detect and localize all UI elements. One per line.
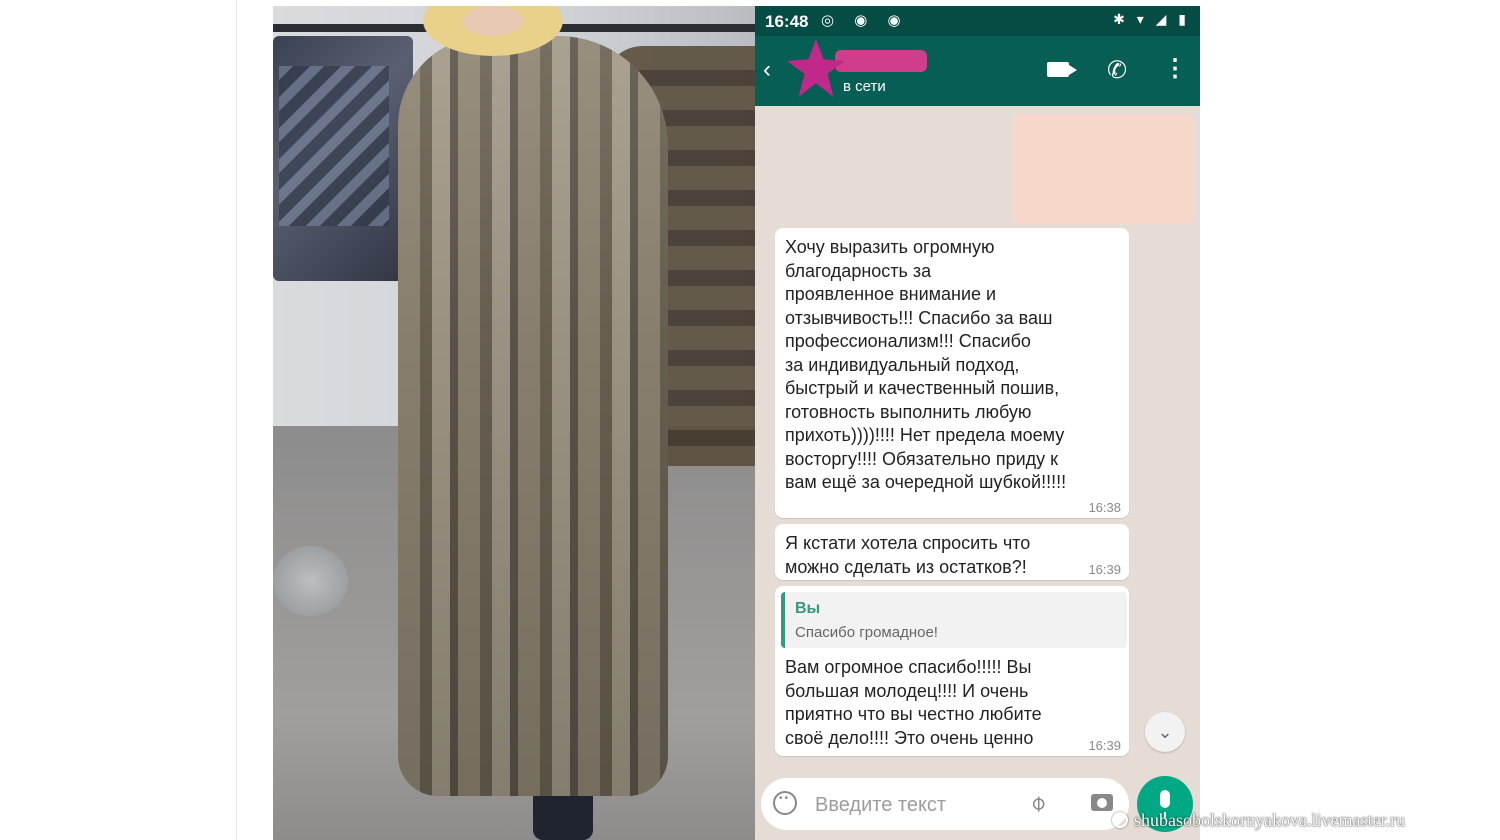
product-photo: [273, 6, 755, 840]
microphone-icon: [1160, 790, 1170, 818]
livemaster-logo-icon: [1112, 812, 1128, 828]
status-bar: 16:48 ◎ ◉ ◉ ✱ ▾ ◢ ▮: [755, 6, 1200, 36]
chat-header: ‹ в сети ✆ ⋮: [755, 36, 1200, 106]
incoming-reply-message[interactable]: Вы Спасибо громадное! Вам огромное спаси…: [775, 586, 1129, 756]
watermark: shubasobolskornyakova.livemaster.ru: [1112, 810, 1405, 831]
message-input[interactable]: [813, 790, 1017, 820]
quote-author: Вы: [795, 600, 821, 617]
page-divider: [236, 0, 237, 840]
message-text: Вам огромное спасибо!!!!! Вы большая мол…: [785, 657, 1042, 748]
message-time: 16:38: [1088, 500, 1121, 515]
status-time: 16:48: [765, 12, 809, 31]
notification-icons: ◎ ◉ ◉: [821, 12, 909, 29]
emoji-icon[interactable]: [773, 791, 797, 815]
double-chevron-down-icon: ⌄: [1157, 722, 1173, 742]
contact-name-redacted[interactable]: [835, 50, 927, 72]
more-options-icon[interactable]: ⋮: [1163, 54, 1187, 83]
message-list[interactable]: Хочу выразить огромную благодарность за …: [755, 106, 1200, 766]
message-time: 16:39: [1088, 562, 1121, 577]
model-head: [423, 6, 563, 56]
message-time: 16:39: [1088, 738, 1121, 753]
quote-text: Спасибо громадное!: [795, 624, 938, 641]
quoted-message[interactable]: Вы Спасибо громадное!: [781, 592, 1127, 648]
coat-shading: [398, 36, 668, 796]
back-arrow-icon[interactable]: ‹: [763, 56, 771, 84]
glass-table: [273, 546, 348, 616]
message-text: Хочу выразить огромную благодарность за …: [785, 237, 1067, 492]
contact-presence: в сети: [843, 78, 886, 95]
attach-icon[interactable]: ⌀: [1024, 789, 1052, 817]
whatsapp-screenshot: 16:48 ◎ ◉ ◉ ✱ ▾ ◢ ▮ ‹ в сети ✆ ⋮ Хочу вы…: [755, 6, 1200, 840]
scroll-to-bottom-button[interactable]: ⌄: [1145, 712, 1185, 752]
phone-call-icon[interactable]: ✆: [1107, 56, 1127, 85]
message-composer: ⌀: [761, 778, 1129, 830]
video-call-icon[interactable]: [1047, 62, 1077, 77]
incoming-message[interactable]: Я кстати хотела спросить что можно сдела…: [775, 524, 1129, 580]
outgoing-message-redacted: [1013, 114, 1193, 224]
system-icons: ✱ ▾ ◢ ▮: [1113, 11, 1190, 27]
camera-icon[interactable]: [1091, 794, 1113, 811]
incoming-message[interactable]: Хочу выразить огромную благодарность за …: [775, 228, 1129, 518]
watermark-text: shubasobolskornyakova.livemaster.ru: [1134, 810, 1405, 830]
jacket-pattern: [279, 66, 389, 226]
message-text: Я кстати хотела спросить что можно сдела…: [785, 533, 1031, 577]
